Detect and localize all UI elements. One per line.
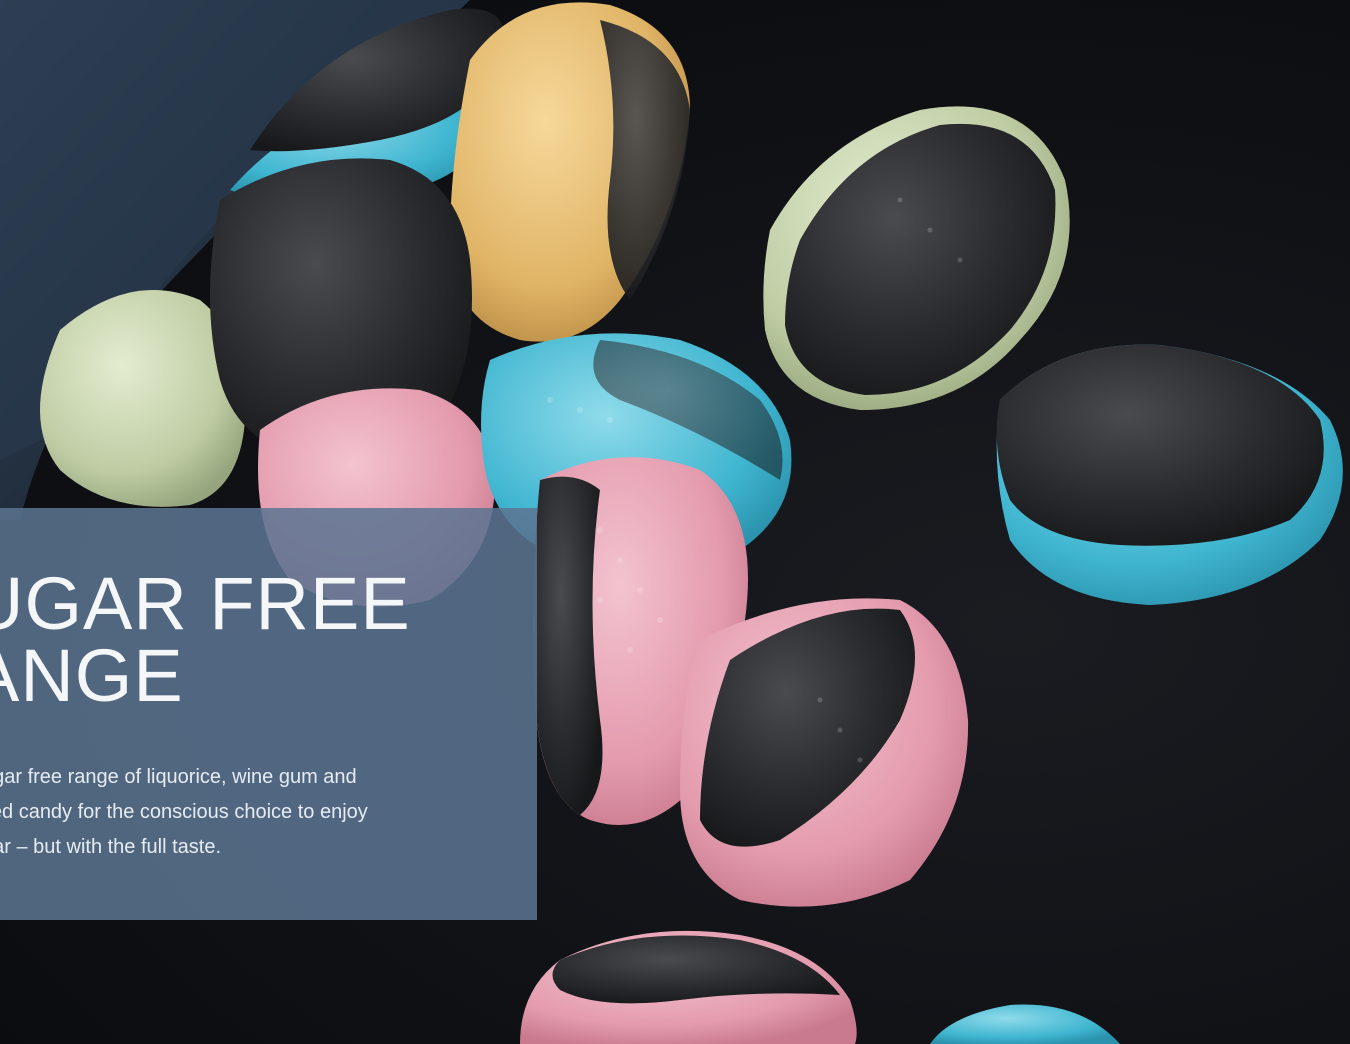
panel-description: ugar free range of liquorice, wine gum a… bbox=[0, 760, 368, 865]
panel-title: UGAR FREE ANGE bbox=[0, 562, 411, 717]
panel-description-line: gar – but with the full taste. bbox=[0, 836, 222, 858]
panel-description-line: ugar free range of liquorice, wine gum a… bbox=[0, 766, 357, 788]
hero-section: UGAR FREE ANGE ugar free range of liquor… bbox=[0, 0, 1350, 1044]
panel-description-line: iled candy for the conscious choice to e… bbox=[0, 801, 368, 823]
panel-title-line: UGAR FREE bbox=[0, 562, 411, 645]
panel-title-line: ANGE bbox=[0, 634, 184, 717]
intro-panel: UGAR FREE ANGE ugar free range of liquor… bbox=[0, 508, 537, 920]
